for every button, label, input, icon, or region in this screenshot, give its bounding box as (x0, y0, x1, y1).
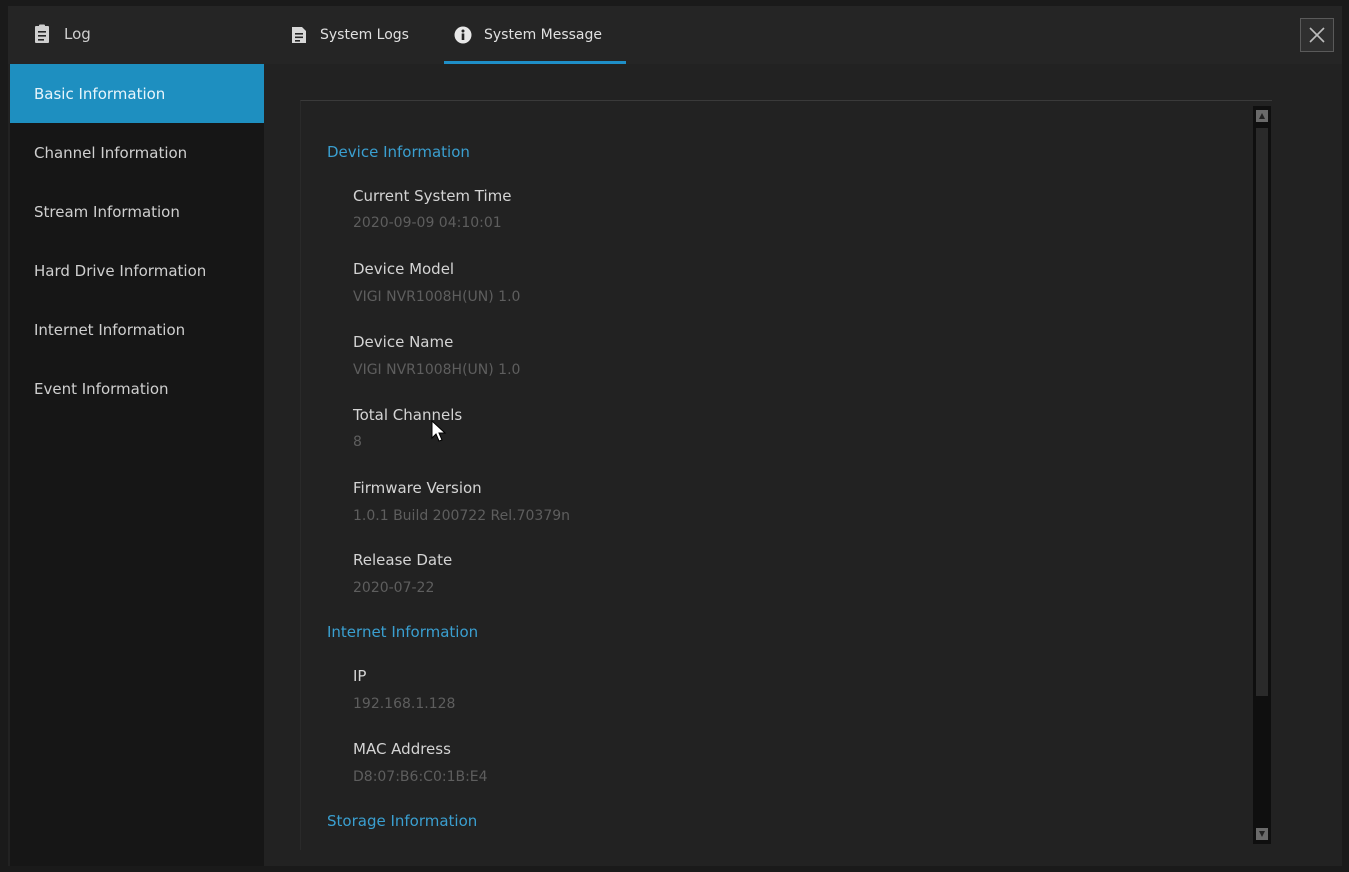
sidebar: Basic Information Channel Information St… (10, 64, 264, 866)
release-date-label: Release Date (353, 551, 453, 569)
tab-system-message[interactable]: System Message (444, 6, 626, 64)
scroll-down-button[interactable] (1256, 828, 1268, 840)
current-system-time-label: Current System Time (353, 187, 512, 205)
vertical-scrollbar[interactable] (1253, 106, 1271, 844)
close-button[interactable] (1300, 18, 1334, 52)
sidebar-item-stream-information[interactable]: Stream Information (10, 182, 264, 241)
scroll-up-button[interactable] (1256, 110, 1268, 122)
device-name-value: VIGI NVR1008H(UN) 1.0 (353, 362, 521, 378)
title-bar: Log System Logs System Message (8, 6, 1342, 64)
info-icon (454, 26, 472, 44)
triangle-up-icon (1259, 113, 1265, 119)
current-system-time-value: 2020-09-09 04:10:01 (353, 215, 502, 231)
firmware-version-label: Firmware Version (353, 479, 482, 497)
sidebar-item-label: Hard Drive Information (34, 261, 207, 280)
section-internet-information: Internet Information (327, 623, 479, 641)
ip-value: 192.168.1.128 (353, 696, 456, 712)
mac-address-label: MAC Address (353, 740, 451, 758)
total-channels-value: 8 (353, 434, 362, 450)
device-model-value: VIGI NVR1008H(UN) 1.0 (353, 289, 521, 305)
triangle-down-icon (1259, 831, 1265, 837)
sidebar-item-hard-drive-information[interactable]: Hard Drive Information (10, 241, 264, 300)
sidebar-item-label: Channel Information (34, 143, 188, 162)
sidebar-item-label: Event Information (34, 379, 169, 398)
tab-system-message-label: System Message (484, 27, 603, 43)
log-window: Log System Logs System Message Basic Inf… (8, 6, 1342, 866)
firmware-version-value: 1.0.1 Build 200722 Rel.70379n (353, 508, 571, 524)
sidebar-item-label: Internet Information (34, 320, 186, 339)
clipboard-icon (35, 24, 49, 43)
tab-bar: System Logs System Message (280, 6, 626, 64)
sidebar-item-label: Stream Information (34, 202, 180, 221)
sidebar-item-channel-information[interactable]: Channel Information (10, 123, 264, 182)
mouse-cursor-icon (431, 420, 447, 442)
content-panel: Device Information Current System Time 2… (300, 100, 1272, 850)
tab-system-logs-label: System Logs (320, 27, 409, 43)
window-title: Log (34, 24, 91, 44)
ip-label: IP (353, 667, 367, 685)
scroll-thumb[interactable] (1256, 128, 1268, 696)
device-model-label: Device Model (353, 260, 455, 278)
section-storage-information: Storage Information (327, 812, 478, 830)
section-device-information: Device Information (327, 143, 470, 161)
info-list: Device Information Current System Time 2… (301, 101, 1241, 850)
sidebar-item-label: Basic Information (34, 84, 166, 103)
device-name-label: Device Name (353, 333, 454, 351)
sidebar-item-internet-information[interactable]: Internet Information (10, 300, 264, 359)
tab-system-logs[interactable]: System Logs (280, 6, 444, 64)
release-date-value: 2020-07-22 (353, 580, 435, 596)
sidebar-item-basic-information[interactable]: Basic Information (10, 64, 264, 123)
mac-address-value: D8:07:B6:C0:1B:E4 (353, 769, 488, 785)
close-icon (1309, 27, 1325, 43)
sidebar-item-event-information[interactable]: Event Information (10, 359, 264, 418)
window-title-label: Log (64, 25, 91, 43)
document-icon (292, 27, 306, 43)
